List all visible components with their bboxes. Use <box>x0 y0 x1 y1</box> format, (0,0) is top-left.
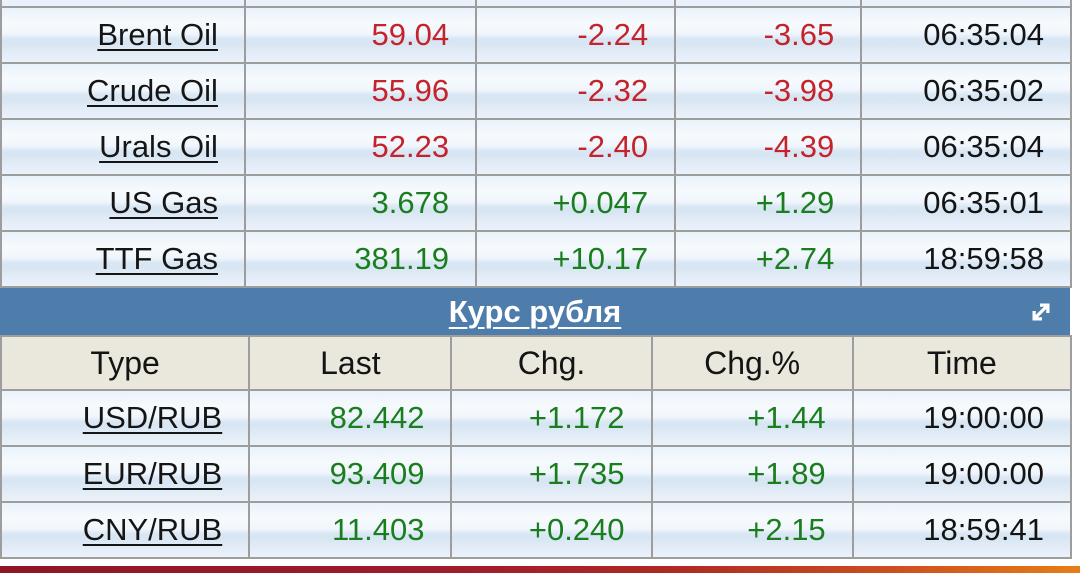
change-cell: -2.40 <box>477 120 677 176</box>
time-cell: 18:59:58 <box>862 232 1072 288</box>
pair-cell: USD/RUB <box>2 391 251 447</box>
pair-link[interactable]: USD/RUB <box>83 400 223 436</box>
clipped-cell <box>676 0 863 8</box>
time-cell: 18:59:41 <box>853 503 1072 559</box>
bottom-accent-bar <box>0 566 1080 573</box>
table-row-ttf-gas: TTF Gas 381.19 +10.17 +2.74 18:59:58 <box>2 232 1072 288</box>
instrument-link[interactable]: Crude Oil <box>87 73 218 109</box>
table-row-crude-oil: Crude Oil 55.96 -2.32 -3.98 06:35:02 <box>2 64 1072 120</box>
clipped-cell <box>477 0 677 8</box>
table-row-usd-rub: USD/RUB 82.442 +1.172 +1.44 19:00:00 <box>2 391 1072 447</box>
instrument-link[interactable]: US Gas <box>109 185 218 221</box>
change-percent-cell: -4.39 <box>676 120 863 176</box>
change-percent-cell: +2.74 <box>676 232 863 288</box>
pair-cell: CNY/RUB <box>2 503 251 559</box>
column-header-time: Time <box>853 335 1072 391</box>
quotes-screen: Brent Oil 59.04 -2.24 -3.65 06:35:04 Cru… <box>0 0 1080 575</box>
clipped-cell <box>2 0 246 8</box>
instrument-cell: Crude Oil <box>2 64 246 120</box>
instrument-cell: US Gas <box>2 176 246 232</box>
table-row-us-gas: US Gas 3.678 +0.047 +1.29 06:35:01 <box>2 176 1072 232</box>
instrument-cell: TTF Gas <box>2 232 246 288</box>
change-percent-cell: +1.44 <box>652 391 854 447</box>
last-price-cell: 3.678 <box>245 176 478 232</box>
table-row-cny-rub: CNY/RUB 11.403 +0.240 +2.15 18:59:41 <box>2 503 1072 559</box>
ruble-table: Type Last Chg. Chg.% Time USD/RUB 82.442… <box>0 335 1072 559</box>
last-price-cell: 52.23 <box>245 120 478 176</box>
time-cell: 19:00:00 <box>853 447 1072 503</box>
last-price-cell: 82.442 <box>250 391 453 447</box>
change-percent-cell: -3.65 <box>676 8 863 64</box>
clipped-cell <box>245 0 478 8</box>
column-header-type: Type <box>2 335 251 391</box>
table-row-eur-rub: EUR/RUB 93.409 +1.735 +1.89 19:00:00 <box>2 447 1072 503</box>
table-row-clipped <box>2 0 1072 8</box>
last-price-cell: 93.409 <box>250 447 453 503</box>
table-row-urals-oil: Urals Oil 52.23 -2.40 -4.39 06:35:04 <box>2 120 1072 176</box>
pair-cell: EUR/RUB <box>2 447 251 503</box>
change-cell: -2.32 <box>477 64 677 120</box>
time-cell: 06:35:04 <box>862 120 1072 176</box>
instrument-link[interactable]: TTF Gas <box>96 241 218 277</box>
clipped-cell <box>862 0 1072 8</box>
instrument-link[interactable]: Urals Oil <box>99 129 218 165</box>
column-header-chg: Chg. <box>452 335 653 391</box>
time-cell: 19:00:00 <box>853 391 1072 447</box>
time-cell: 06:35:01 <box>862 176 1072 232</box>
ruble-table-header-row: Type Last Chg. Chg.% Time <box>2 335 1072 391</box>
last-price-cell: 59.04 <box>245 8 478 64</box>
change-percent-cell: +1.89 <box>652 447 854 503</box>
column-header-last: Last <box>250 335 453 391</box>
table-row-brent-oil: Brent Oil 59.04 -2.24 -3.65 06:35:04 <box>2 8 1072 64</box>
last-price-cell: 11.403 <box>250 503 453 559</box>
instrument-link[interactable]: Brent Oil <box>97 17 218 53</box>
last-price-cell: 381.19 <box>245 232 478 288</box>
change-cell: +0.047 <box>477 176 677 232</box>
instrument-cell: Brent Oil <box>2 8 246 64</box>
change-cell: +10.17 <box>477 232 677 288</box>
change-cell: +1.172 <box>452 391 653 447</box>
change-cell: -2.24 <box>477 8 677 64</box>
instrument-cell: Urals Oil <box>2 120 246 176</box>
pair-link[interactable]: EUR/RUB <box>83 456 223 492</box>
divider-gap <box>0 559 1080 566</box>
change-cell: +1.735 <box>452 447 653 503</box>
expand-arrows-icon[interactable] <box>1026 297 1056 327</box>
ruble-section-header: Курс рубля <box>0 288 1070 335</box>
time-cell: 06:35:04 <box>862 8 1072 64</box>
pair-link[interactable]: CNY/RUB <box>83 512 223 548</box>
change-percent-cell: +1.29 <box>676 176 863 232</box>
change-percent-cell: +2.15 <box>652 503 854 559</box>
change-cell: +0.240 <box>452 503 653 559</box>
last-price-cell: 55.96 <box>245 64 478 120</box>
time-cell: 06:35:02 <box>862 64 1072 120</box>
ruble-section-title-link[interactable]: Курс рубля <box>449 294 621 330</box>
change-percent-cell: -3.98 <box>676 64 863 120</box>
commodities-table: Brent Oil 59.04 -2.24 -3.65 06:35:04 Cru… <box>0 0 1072 288</box>
column-header-chg-pct: Chg.% <box>652 335 854 391</box>
